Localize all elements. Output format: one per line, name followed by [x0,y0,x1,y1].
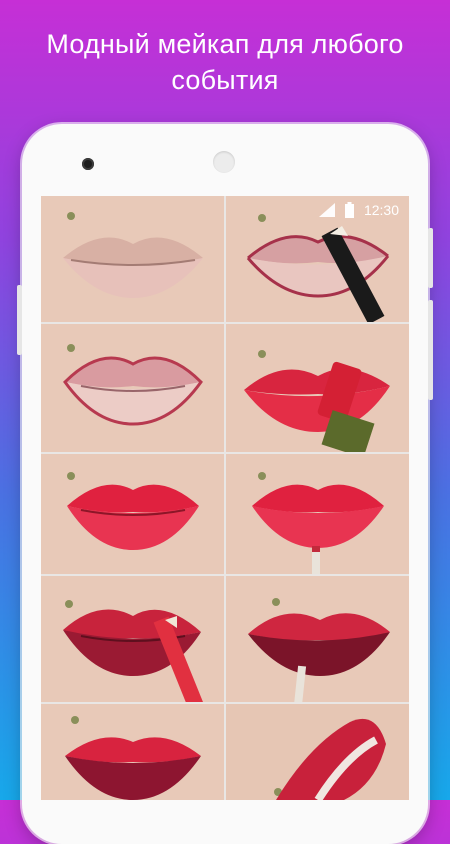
gallery-tile-9[interactable] [41,704,224,800]
phone-screen: 12:30 [41,196,409,800]
gallery-tile-8[interactable] [226,576,409,702]
lip-makeup-gallery [41,196,409,800]
gallery-tile-5[interactable] [41,454,224,574]
headline-line-1: Модный мейкап для любого [46,29,404,59]
phone-side-button-left [17,285,22,355]
gallery-tile-4[interactable] [226,324,409,452]
gallery-tile-10[interactable] [226,704,409,800]
signal-icon [318,203,335,217]
phone-side-button-right-bottom [428,300,433,400]
battery-icon [344,202,354,218]
phone-side-button-right-top [428,228,433,288]
gallery-tile-3[interactable] [41,324,224,452]
headline-line-2: события [171,65,279,95]
status-time: 12:30 [363,202,399,218]
phone-sensor [213,151,235,173]
status-bar: 12:30 [41,196,409,224]
front-camera-icon [82,158,94,170]
promo-headline: Модный мейкап для любого события [0,26,450,98]
gallery-tile-7[interactable] [41,576,224,702]
gallery-tile-6[interactable] [226,454,409,574]
